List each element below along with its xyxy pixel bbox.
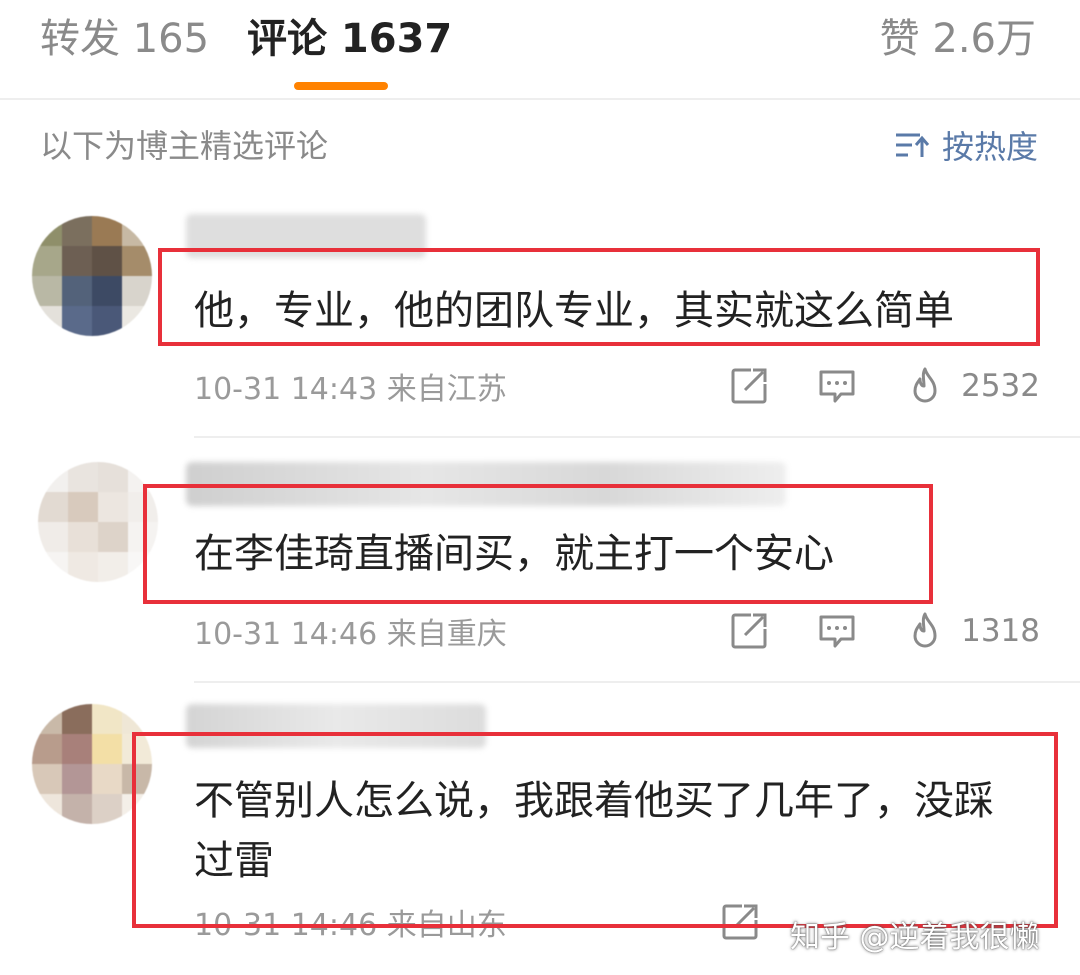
share-icon [731, 368, 767, 404]
sort-label: 按热度 [941, 128, 1038, 166]
tab-likes[interactable]: 赞 2.6万 [880, 14, 1036, 64]
share-button[interactable] [729, 366, 769, 406]
comment-actions: 1318 [681, 611, 1040, 651]
reply-button[interactable] [817, 366, 857, 406]
highlight-box [158, 248, 1040, 346]
like-flame-icon [913, 612, 937, 648]
avatar[interactable] [38, 462, 158, 582]
sort-by-hot-button[interactable]: 按热度 [894, 122, 1038, 168]
avatar[interactable] [32, 216, 152, 336]
tab-comments[interactable]: 评论 1637 [247, 14, 452, 64]
comment-actions: 2532 [681, 366, 1040, 406]
comment-meta: 10-31 14:46 来自重庆 [194, 617, 507, 652]
active-tab-indicator [294, 82, 388, 90]
share-button[interactable] [729, 611, 769, 651]
share-icon [731, 613, 767, 649]
comment-meta: 10-31 14:43 来自江苏 [194, 372, 507, 407]
like-count: 2532 [961, 368, 1040, 404]
comment-filter-bar: 以下为博主精选评论 按热度 [0, 98, 1080, 196]
like-button[interactable]: 2532 [905, 366, 1040, 406]
like-count: 1318 [961, 613, 1040, 649]
sort-lines-arrow-icon [895, 133, 930, 157]
watermark-text: 知乎 @逆着我很懒 [790, 920, 1040, 955]
tab-bar: 转发 165 评论 1637 赞 2.6万 [0, 0, 1080, 100]
selected-comments-label: 以下为博主精选评论 [40, 127, 329, 165]
comment-divider [194, 436, 1080, 438]
like-button[interactable]: 1318 [905, 611, 1040, 651]
comment-divider [194, 681, 1080, 683]
reply-icon [819, 615, 855, 648]
reply-button[interactable] [817, 611, 857, 651]
highlight-box [143, 484, 933, 604]
like-flame-icon [913, 367, 937, 403]
highlight-box [132, 732, 1058, 928]
tab-reposts[interactable]: 转发 165 [40, 14, 209, 64]
reply-icon [819, 370, 855, 403]
